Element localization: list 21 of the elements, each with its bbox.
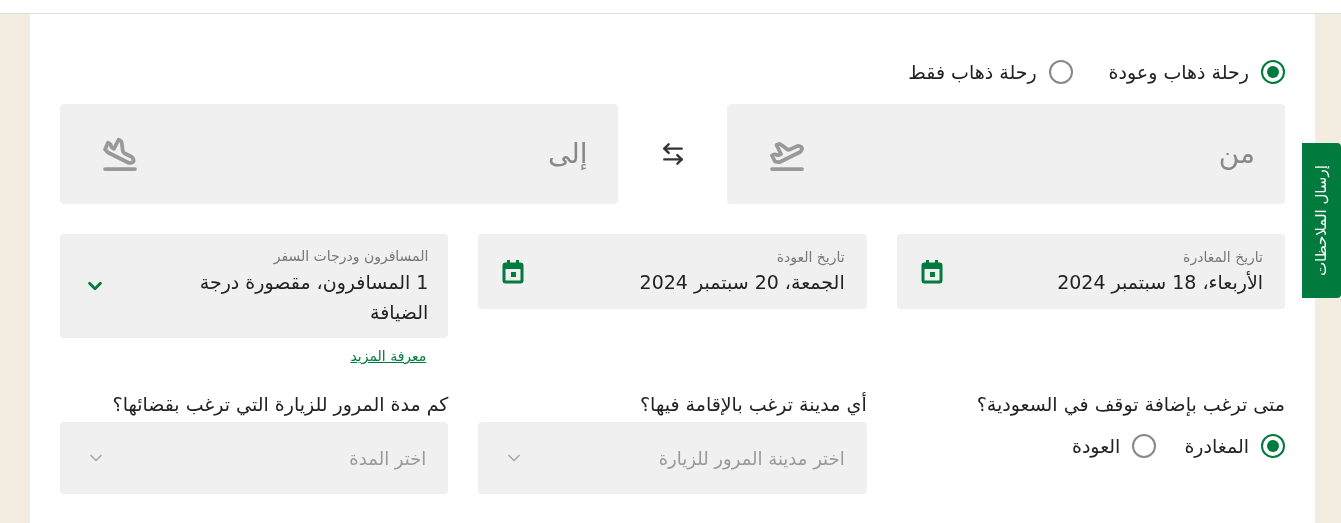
- radio-option[interactable]: رحلة ذهاب وعودة: [1108, 57, 1285, 87]
- radio-option[interactable]: رحلة ذهاب فقط: [908, 57, 1073, 87]
- passengers-dropdown[interactable]: المسافرون ودرجات السفر 1 المسافرون، مقصورة درجة الضيافة: [60, 234, 449, 338]
- plane-landing-icon: [102, 136, 138, 172]
- field-value: الأربعاء، 18 سبتمبر 2024: [1057, 269, 1263, 296]
- field-label: تاريخ العودة: [776, 247, 845, 268]
- field-value: 1 المسافرون، مقصورة درجة الضيافة: [198, 269, 429, 325]
- calendar-icon: [920, 259, 943, 284]
- return-date-field[interactable]: تاريخ العودة الجمعة، 20 سبتمبر 2024: [478, 234, 867, 309]
- learn-more-link[interactable]: معرفة المزيد: [350, 348, 427, 364]
- question-text: أي مدينة ترغب بالإقامة فيها؟: [639, 391, 867, 418]
- field-value: الجمعة، 20 سبتمبر 2024: [639, 269, 845, 296]
- field-label: المسافرون ودرجات السفر: [273, 246, 429, 267]
- departure-date-field[interactable]: تاريخ المغادرة الأربعاء، 18 سبتمبر 2024: [896, 234, 1285, 309]
- field-label: تاريخ المغادرة: [1183, 247, 1263, 268]
- feedback-tab[interactable]: إرسال الملاحظات: [1302, 143, 1341, 298]
- radio-option[interactable]: العودة: [1071, 432, 1157, 461]
- calendar-icon: [502, 259, 525, 284]
- question-text: متى ترغب بإضافة توقف في السعودية؟: [976, 392, 1285, 418]
- radio-option[interactable]: المغادرة: [1184, 432, 1285, 461]
- question-text: كم مدة المرور للزيارة التي ترغب بقضائها؟: [111, 392, 449, 418]
